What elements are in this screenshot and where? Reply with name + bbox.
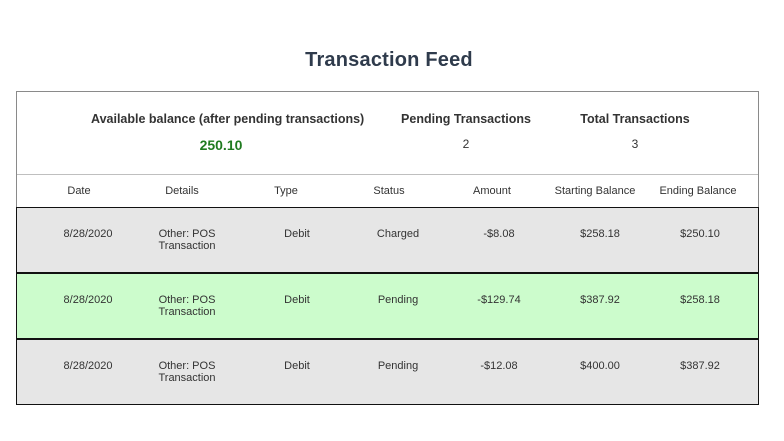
pending-transactions-value: 2 [462,137,470,151]
cell-date: 8/28/2020 [63,360,113,372]
cell-details-line2: Transaction [158,240,216,252]
table-row[interactable]: 8/28/2020 Other: POS Transaction Debit C… [16,207,759,273]
available-balance-value: 250.10 [199,137,243,153]
pending-transactions-label: Pending Transactions [401,112,531,126]
cell-amount: -$129.74 [477,294,521,306]
column-header-details[interactable]: Details [152,185,212,197]
column-header-ending-balance[interactable]: Ending Balance [648,185,748,197]
column-header-type[interactable]: Type [256,185,316,197]
table-header: Date Details Type Status Amount Starting… [17,174,758,207]
cell-details-line2: Transaction [158,372,216,384]
transaction-feed-panel: Available balance (after pending transac… [16,91,759,405]
cell-type: Debit [284,294,310,306]
cell-type: Debit [284,228,310,240]
page-title: Transaction Feed [305,49,473,71]
total-transactions-label: Total Transactions [580,112,690,126]
summary-section: Available balance (after pending transac… [17,92,758,175]
table-row[interactable]: 8/28/2020 Other: POS Transaction Debit P… [16,339,759,405]
cell-details: Other: POS Transaction [147,228,227,252]
cell-details-line1: Other: POS [158,228,216,240]
column-header-status[interactable]: Status [359,185,419,197]
cell-date: 8/28/2020 [63,294,113,306]
cell-status: Charged [376,228,420,240]
cell-details: Other: POS Transaction [147,294,227,318]
cell-ending-balance: $387.92 [680,360,720,372]
column-header-amount[interactable]: Amount [462,185,522,197]
cell-details-line2: Transaction [158,306,216,318]
cell-status: Pending [377,294,419,306]
total-transactions-value: 3 [631,137,639,151]
column-header-date[interactable]: Date [49,185,109,197]
cell-starting-balance: $258.18 [580,228,620,240]
cell-starting-balance: $387.92 [580,294,620,306]
cell-details-line1: Other: POS [158,294,216,306]
cell-details: Other: POS Transaction [147,360,227,384]
cell-ending-balance: $258.18 [680,294,720,306]
cell-amount: -$12.08 [480,360,518,372]
cell-amount: -$8.08 [483,228,515,240]
cell-type: Debit [284,360,310,372]
available-balance-label: Available balance (after pending transac… [91,112,365,126]
cell-starting-balance: $400.00 [580,360,620,372]
cell-date: 8/28/2020 [63,228,113,240]
cell-details-line1: Other: POS [158,360,216,372]
cell-ending-balance: $250.10 [680,228,720,240]
cell-status: Pending [377,360,419,372]
column-header-starting-balance[interactable]: Starting Balance [545,185,645,197]
table-row[interactable]: 8/28/2020 Other: POS Transaction Debit P… [16,273,759,339]
